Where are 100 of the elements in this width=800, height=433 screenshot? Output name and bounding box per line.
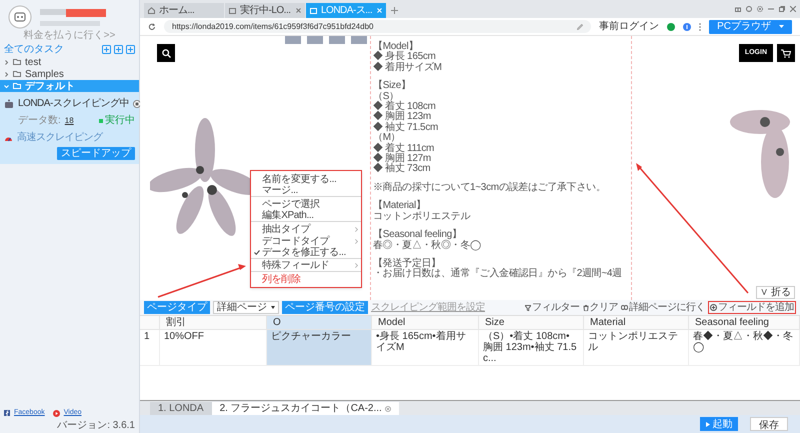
- task-card[interactable]: LONDA-スクレイピング中 データ数: 18 実行中 高速スクレイピング スピードアップ: [0, 92, 139, 164]
- table-cell: ピクチャーカラー: [267, 330, 372, 365]
- row-number: 1: [140, 330, 160, 365]
- refresh-icon[interactable]: [148, 22, 156, 30]
- column-header[interactable]: Seasonal feeling: [689, 316, 800, 329]
- stop-icon[interactable]: [132, 100, 141, 108]
- description-line: ※商品の採寸について1~3cmの誤差はご了承下さい。: [373, 182, 606, 194]
- fold-button[interactable]: ∨ 折る: [756, 286, 795, 299]
- gift-icon[interactable]: [735, 6, 741, 12]
- task-name: LONDA-スクレイピング中: [18, 96, 129, 111]
- description-line: （S）: [373, 92, 399, 102]
- description-line: 【Size】: [373, 81, 412, 92]
- menu-item[interactable]: マージ...: [251, 185, 361, 197]
- login-link[interactable]: 事前ログイン: [599, 19, 660, 34]
- home-icon: [148, 7, 155, 14]
- facebook-icon: [4, 410, 10, 416]
- extension-icon[interactable]: [683, 22, 692, 30]
- task-status: 実行中: [105, 114, 135, 128]
- chevron-right-icon: [355, 263, 358, 268]
- search-icon: [162, 48, 170, 58]
- table-cell: •身長 165cm•着用サイズM: [372, 330, 479, 365]
- photo-placeholder: [329, 36, 345, 44]
- description-line: ◆ 着丈 111cm: [373, 144, 436, 154]
- scrape-mode: 高速スクレイピング: [17, 130, 104, 145]
- caret-icon: [779, 25, 784, 28]
- plus-icon[interactable]: [391, 7, 398, 14]
- menu-item[interactable]: デコードタイプ: [251, 235, 361, 247]
- photo-placeholder: [351, 36, 367, 44]
- page-type-label: ページタイプ: [144, 301, 210, 314]
- browser-tab[interactable]: 実行中-LO...: [225, 3, 305, 18]
- menu-item[interactable]: 名前を変更する...: [251, 173, 361, 185]
- add-icon[interactable]: [114, 44, 123, 54]
- restore-icon[interactable]: [779, 6, 785, 12]
- close-icon[interactable]: [296, 8, 301, 13]
- chevron-right-icon: [355, 226, 358, 232]
- search-button[interactable]: [157, 44, 175, 62]
- trash-icon: [582, 304, 588, 310]
- folder-item[interactable]: test: [0, 56, 139, 68]
- column-header[interactable]: Model: [372, 316, 479, 329]
- description-line: 【発送予定日】: [373, 258, 442, 269]
- description-line: コットンポリエステル: [373, 212, 472, 222]
- version-text: バージョン: 3.6.1: [57, 419, 135, 431]
- folder-item[interactable]: Samples: [0, 68, 139, 80]
- menu-item[interactable]: 抽出タイプ: [251, 223, 361, 235]
- url-field[interactable]: https://londa2019.com/items/61c959f3f6d7c951bfd24db0: [164, 20, 592, 33]
- filter-button[interactable]: フィルター: [525, 300, 580, 315]
- add-field-button[interactable]: フィールドを追加: [708, 301, 796, 314]
- cart-icon: [781, 48, 791, 58]
- menu-item[interactable]: 列を削除: [251, 273, 361, 285]
- pencil-icon: [577, 24, 584, 30]
- add-circle-icon: [710, 304, 717, 311]
- description-line: ◆ 袖丈 71.5cm: [373, 122, 440, 133]
- data-count-label: データ数:: [18, 114, 61, 128]
- filter-icon: [525, 304, 531, 310]
- link-icon: [621, 305, 628, 310]
- chevron-right-icon: [355, 238, 358, 244]
- task-tab[interactable]: 1. LONDA: [150, 402, 212, 415]
- description-line: ・お届け日数は、通常『ご入金確認日』から『2週間~4週: [373, 269, 623, 280]
- save-button[interactable]: 保存: [750, 417, 788, 431]
- description-line: ◆ 着用サイズM: [373, 62, 443, 74]
- go-detail-button[interactable]: 詳細ページに行く: [621, 300, 705, 315]
- description-line: ◆ 身長 165cm: [373, 52, 436, 62]
- chevron-right-icon: [4, 72, 9, 76]
- description-line: 【Model】: [373, 42, 420, 52]
- menu-item[interactable]: 特殊フィールド: [251, 260, 361, 272]
- checkmark-icon: [254, 250, 260, 255]
- settings-icon[interactable]: [757, 6, 763, 12]
- task-tab[interactable]: 2. フラージュスカイコート（CA-2...: [212, 402, 399, 415]
- description-line: 春◎・夏△・秋◎・冬◯: [373, 240, 482, 251]
- column-header[interactable]: O: [267, 316, 372, 329]
- description-line: ◆ 着丈 108cm: [373, 102, 437, 112]
- table-cell: コットンポリエステル: [584, 330, 689, 365]
- page-icon: [229, 8, 236, 14]
- description-line: 【Material】: [373, 201, 427, 212]
- browser-tab[interactable]: ホーム...: [144, 3, 224, 18]
- task-list-header: 全てのタスク: [4, 42, 64, 56]
- clear-button[interactable]: クリア: [582, 300, 618, 315]
- menu-item[interactable]: 編集XPath...: [251, 210, 361, 222]
- table-cell: 春◆・夏△・秋◆・冬◯: [689, 330, 800, 365]
- caret-icon: [271, 306, 275, 309]
- minimize-icon[interactable]: [768, 6, 774, 12]
- photo-placeholder: [285, 36, 301, 44]
- table-cell: （S）•着丈 108cm•胸囲 123m•袖丈 71.5c...: [479, 330, 584, 365]
- description-line: （M）: [373, 133, 400, 144]
- data-count: 18: [64, 114, 74, 126]
- menu-item[interactable]: ページで選択: [251, 198, 361, 210]
- play-icon: [706, 422, 710, 426]
- more-icon[interactable]: [699, 22, 702, 30]
- menu-item[interactable]: データを修正する...: [251, 247, 361, 259]
- page-icon: [310, 8, 317, 14]
- page-type-select[interactable]: 詳細ページ: [213, 301, 279, 314]
- column-header[interactable]: Size: [479, 316, 584, 329]
- cart-button[interactable]: [777, 44, 795, 62]
- column-header[interactable]: Material: [584, 316, 689, 329]
- help-icon[interactable]: [746, 6, 752, 12]
- close-circle-icon[interactable]: [384, 406, 391, 412]
- description-line: ◆ 胸囲 123m: [373, 112, 432, 122]
- video-icon: [52, 410, 60, 416]
- close-icon[interactable]: [790, 6, 796, 12]
- chevron-right-icon: [4, 60, 9, 64]
